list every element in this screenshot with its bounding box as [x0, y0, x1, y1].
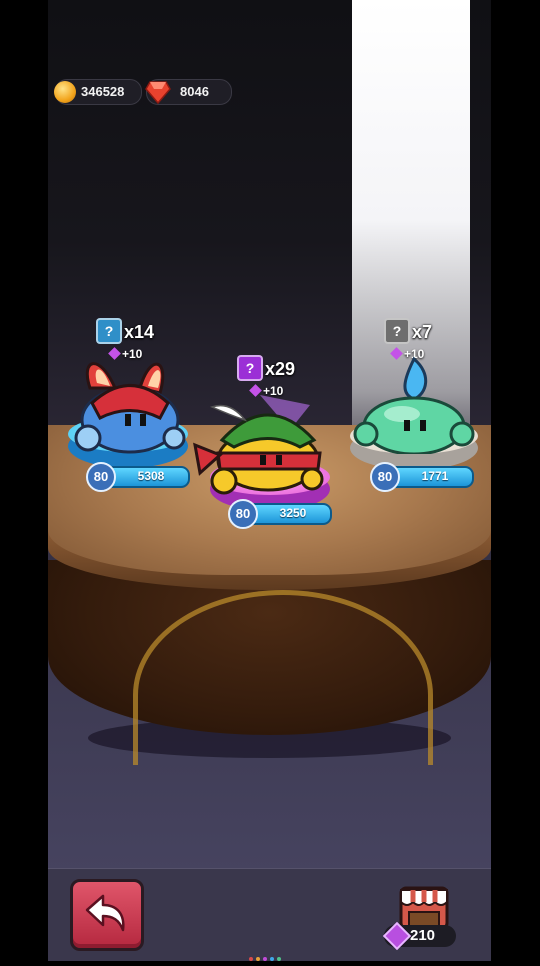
gold-coin-icon: [54, 81, 76, 103]
gem-value: 8046: [180, 84, 209, 99]
level-bar: 80 5308: [86, 462, 190, 492]
level-badge: 80: [228, 499, 258, 529]
page-dot: [256, 957, 260, 961]
slime-card-knight[interactable]: ? x14 +10 80 5308: [60, 318, 200, 493]
power-value: 3250: [279, 506, 307, 520]
red-gem-icon: [145, 81, 171, 104]
gem-counter: 8046: [145, 79, 232, 105]
level-badge: 80: [370, 462, 400, 492]
back-arrow-icon: [85, 894, 125, 932]
back-button[interactable]: [70, 879, 144, 951]
slime-card-archer[interactable]: ? x29 +10 80 3250: [190, 355, 340, 535]
question-mark-icon: ?: [237, 355, 263, 381]
coin-counter: 346528: [54, 79, 142, 105]
shop-cost: 210: [382, 921, 456, 951]
page-dot: [277, 957, 281, 961]
power-value: 5308: [137, 469, 165, 483]
question-mark-icon: ?: [384, 318, 410, 344]
page-dot: [249, 957, 253, 961]
archer-slime-icon: [193, 395, 324, 495]
slime-card-water[interactable]: ? x7 +10 80 1771: [340, 318, 485, 493]
power-value: 1771: [421, 469, 449, 483]
slime-count: x14: [124, 322, 155, 342]
slime-count: x29: [265, 359, 296, 379]
shop-cost-value: 210: [410, 927, 436, 944]
coin-value: 346528: [81, 84, 125, 99]
page-dot: [270, 957, 274, 961]
level-bar: 80 1771: [370, 462, 474, 492]
level-bar: 80 3250: [228, 499, 332, 529]
water-slime-icon: [353, 356, 475, 454]
page-indicator-dots: [249, 948, 293, 961]
slime-count: x7: [412, 322, 433, 342]
level-badge: 80: [86, 462, 116, 492]
page-dot: [263, 957, 267, 961]
knight-slime-icon: [74, 362, 186, 454]
question-mark-icon: ?: [96, 318, 122, 344]
